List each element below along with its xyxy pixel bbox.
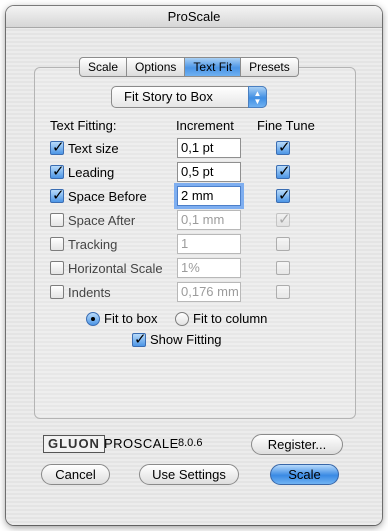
checkmark-icon: ✓ (278, 162, 291, 180)
register-button[interactable]: Register... (251, 434, 343, 455)
tracking-increment-field[interactable]: 1 (177, 234, 241, 254)
space-before-label: Space Before (68, 189, 147, 204)
horizontal-scale-increment-field[interactable]: 1% (177, 258, 241, 278)
window-title: ProScale (6, 6, 382, 28)
checkmark-icon: ✓ (278, 210, 291, 228)
fit-to-box-label: Fit to box (104, 311, 158, 326)
space-before-fine-tune-checkbox[interactable]: ✓ (276, 186, 291, 204)
checkmark-icon: ✓ (52, 186, 65, 204)
popup-arrows-icon: ▲ ▼ (248, 86, 267, 108)
checkmark-icon: ✓ (52, 138, 65, 156)
text-size-label: Text size (68, 141, 119, 156)
gluon-logo: GLUON (43, 435, 105, 453)
fit-to-column-label: Fit to column (193, 311, 268, 326)
space-before-checkbox[interactable]: ✓ (50, 186, 65, 204)
indents-label: Indents (68, 285, 111, 300)
increment-header: Increment (176, 118, 234, 133)
horizontal-scale-checkbox[interactable] (50, 261, 64, 275)
leading-checkbox[interactable]: ✓ (50, 162, 65, 180)
tracking-checkbox[interactable] (50, 237, 64, 251)
space-before-increment-field[interactable]: 2 mm (177, 186, 241, 206)
space-after-label: Space After (68, 213, 136, 228)
tracking-label: Tracking (68, 237, 118, 252)
space-after-fine-tune-checkbox[interactable]: ✓ (276, 210, 291, 228)
show-fitting-checkbox[interactable]: ✓ (132, 330, 147, 348)
proscale-brand: PROSCALE (104, 436, 179, 451)
tab-bar: Scale Options Text Fit Presets (79, 57, 299, 77)
fit-mode-popup-value: Fit Story to Box (124, 89, 213, 104)
fit-to-column-radio[interactable] (175, 312, 189, 326)
tracking-fine-tune-checkbox[interactable] (276, 237, 290, 251)
checkmark-icon: ✓ (52, 162, 65, 180)
scale-button[interactable]: Scale (270, 464, 339, 485)
leading-label: Leading (68, 165, 115, 180)
version-label: 8.0.6 (178, 437, 203, 449)
checkmark-icon: ✓ (278, 138, 291, 156)
leading-fine-tune-checkbox[interactable]: ✓ (276, 162, 291, 180)
text-size-fine-tune-checkbox[interactable]: ✓ (276, 138, 291, 156)
space-after-increment-field[interactable]: 0,1 mm (177, 210, 241, 230)
checkmark-icon: ✓ (134, 330, 147, 348)
horizontal-scale-fine-tune-checkbox[interactable] (276, 261, 290, 275)
use-settings-button[interactable]: Use Settings (139, 464, 239, 485)
checkmark-icon: ✓ (278, 186, 291, 204)
tab-scale[interactable]: Scale (79, 57, 128, 77)
text-size-checkbox[interactable]: ✓ (50, 138, 65, 156)
tab-presets[interactable]: Presets (241, 57, 299, 77)
leading-increment-field[interactable]: 0,5 pt (177, 162, 241, 182)
text-fitting-header: Text Fitting: (50, 118, 117, 133)
horizontal-scale-label: Horizontal Scale (68, 261, 163, 276)
tab-options[interactable]: Options (127, 57, 186, 77)
fit-mode-popup[interactable]: Fit Story to Box ▲ ▼ (111, 86, 267, 108)
space-after-checkbox[interactable] (50, 213, 64, 227)
cancel-button[interactable]: Cancel (41, 464, 110, 485)
indents-increment-field[interactable]: 0,176 mm (177, 282, 241, 302)
fit-to-box-radio[interactable] (86, 312, 100, 326)
indents-checkbox[interactable] (50, 285, 64, 299)
indents-fine-tune-checkbox[interactable] (276, 285, 290, 299)
fine-tune-header: Fine Tune (257, 118, 315, 133)
tab-text-fit[interactable]: Text Fit (185, 57, 242, 77)
show-fitting-label: Show Fitting (150, 332, 222, 347)
text-size-increment-field[interactable]: 0,1 pt (177, 138, 241, 158)
